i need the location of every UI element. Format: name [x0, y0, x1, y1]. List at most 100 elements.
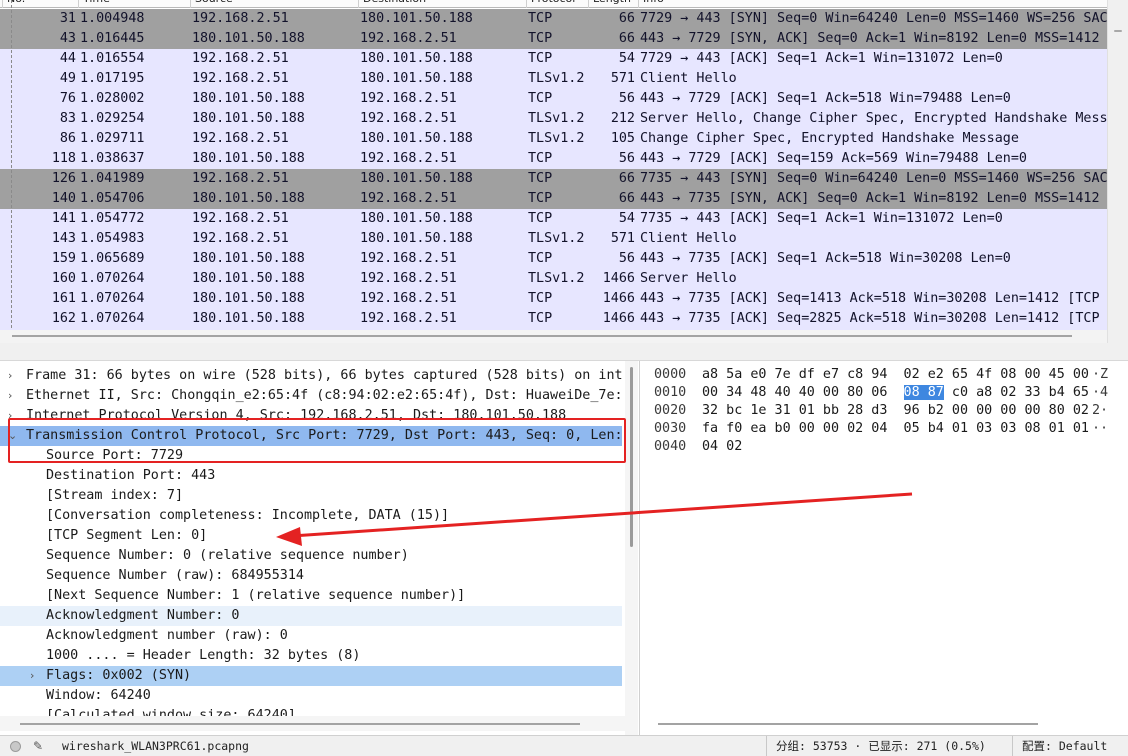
- packet-row[interactable]: 160 1.070264 180.101.50.188 192.168.2.51 TLS…: [0, 269, 1128, 289]
- detail-tree-item[interactable]: 1000 .... = Header Length: 32 bytes (8): [0, 646, 622, 666]
- detail-tree-item[interactable]: Sequence Number: 0 (relative sequence nu…: [0, 546, 622, 566]
- status-indicator-icon[interactable]: [10, 741, 21, 752]
- packet-list-vertical-scrollbar[interactable]: [1107, 0, 1128, 343]
- packet-source: 180.101.50.188: [192, 311, 305, 326]
- scrollbar-thumb[interactable]: [1114, 30, 1122, 32]
- packet-destination: 180.101.50.188: [360, 71, 473, 86]
- hex-offset: 0020: [654, 403, 687, 418]
- hex-bytes[interactable]: a8 5a e0 7e df e7 c8 94 02 e2 65 4f 08 0…: [702, 365, 1089, 385]
- packet-row[interactable]: 140 1.054706 180.101.50.188 192.168.2.51 TCP…: [0, 189, 1128, 209]
- detail-tree-item[interactable]: [Conversation completeness: Incomplete, …: [0, 506, 622, 526]
- chevron-down-icon[interactable]: ⌄: [8, 426, 17, 446]
- packet-row[interactable]: 44 1.016554 192.168.2.51 180.101.50.188 TCP 5…: [0, 49, 1128, 69]
- packet-length: 1466: [602, 271, 635, 286]
- packet-protocol: TCP: [528, 151, 553, 166]
- packet-list-horizontal-scrollbar[interactable]: [0, 330, 1107, 343]
- packet-row[interactable]: 49 1.017195 192.168.2.51 180.101.50.188 TLSv…: [0, 69, 1128, 89]
- chevron-right-icon[interactable]: ›: [8, 406, 12, 426]
- packet-destination: 192.168.2.51: [360, 91, 457, 106]
- hex-bytes[interactable]: 32 bc 1e 31 01 bb 28 d3 96 b2 00 00 00 0…: [702, 401, 1089, 421]
- detail-tree-item[interactable]: Sequence Number (raw): 684955314: [0, 566, 622, 586]
- ascii-dump: ·Z: [1092, 367, 1109, 382]
- column-header-no[interactable]: No.: [2, 0, 25, 8]
- bytes-horizontal-scrollbar[interactable]: [658, 719, 1118, 729]
- hex-bytes[interactable]: 00 34 48 40 40 00 80 06 08 87 c0 a8 02 3…: [702, 383, 1089, 403]
- packet-protocol: TCP: [528, 11, 553, 26]
- scrollbar-thumb[interactable]: [630, 367, 633, 547]
- packet-source: 180.101.50.188: [192, 291, 305, 306]
- column-header-source[interactable]: Source: [190, 0, 233, 8]
- packet-row[interactable]: 31 1.004948 192.168.2.51 180.101.50.188 TCP 6…: [0, 9, 1128, 29]
- column-header-length[interactable]: Length: [588, 0, 631, 8]
- packet-row[interactable]: 161 1.070264 180.101.50.188 192.168.2.51 TCP…: [0, 289, 1128, 309]
- pane-splitter[interactable]: [0, 343, 1128, 361]
- packet-length: 571: [610, 231, 635, 246]
- detail-tree-item[interactable]: [Next Sequence Number: 1 (relative seque…: [0, 586, 622, 606]
- packet-destination: 192.168.2.51: [360, 191, 457, 206]
- detail-tree-item[interactable]: › Internet Protocol Version 4, Src: 192.1…: [0, 406, 622, 426]
- column-header-protocol[interactable]: Protocol: [526, 0, 575, 8]
- chevron-right-icon[interactable]: ›: [8, 366, 12, 386]
- detail-tree-label: [Stream index: 7]: [46, 488, 184, 503]
- detail-tree-item[interactable]: Window: 64240: [0, 686, 622, 706]
- packet-time: 1.038637: [80, 151, 145, 166]
- hex-bytes[interactable]: fa f0 ea b0 00 00 02 04 05 b4 01 03 03 0…: [702, 419, 1089, 439]
- packet-bytes-pane[interactable]: 0000 a8 5a e0 7e df e7 c8 94 02 e2 65 4f …: [646, 361, 1128, 735]
- packet-info: 7735 → 443 [ACK] Seq=1 Ack=1 Win=131072 …: [640, 211, 1003, 226]
- chevron-right-icon[interactable]: ›: [8, 386, 12, 406]
- packet-row[interactable]: 143 1.054983 192.168.2.51 180.101.50.188 TLS…: [0, 229, 1128, 249]
- packet-length: 212: [610, 111, 635, 126]
- detail-tree-item[interactable]: [TCP Segment Len: 0]: [0, 526, 622, 546]
- packet-row[interactable]: 126 1.041989 192.168.2.51 180.101.50.188 TCP…: [0, 169, 1128, 189]
- column-header-time[interactable]: Time: [78, 0, 110, 8]
- status-separator: [766, 736, 767, 756]
- hex-byte-group: c0 a8 02 33 b4 65: [943, 385, 1089, 400]
- packet-row[interactable]: 43 1.016445 180.101.50.188 192.168.2.51 TCP 6…: [0, 29, 1128, 49]
- packet-source: 192.168.2.51: [192, 71, 289, 86]
- packet-row[interactable]: 159 1.065689 180.101.50.188 192.168.2.51 TCP…: [0, 249, 1128, 269]
- packet-time: 1.017195: [80, 71, 145, 86]
- hex-offset: 0030: [654, 421, 687, 436]
- column-header-destination[interactable]: Destination: [358, 0, 426, 8]
- profile-selector[interactable]: 配置: Default: [1022, 736, 1107, 756]
- packet-protocol: TLSv1.2: [528, 231, 585, 246]
- packet-source: 180.101.50.188: [192, 151, 305, 166]
- packet-time: 1.016554: [80, 51, 145, 66]
- packet-destination: 180.101.50.188: [360, 51, 473, 66]
- packet-time: 1.016445: [80, 31, 145, 46]
- scrollbar-thumb[interactable]: [12, 335, 1072, 337]
- detail-tree-item[interactable]: Acknowledgment number (raw): 0: [0, 626, 622, 646]
- detail-tree-item[interactable]: Source Port: 7729: [0, 446, 622, 466]
- scrollbar-thumb[interactable]: [658, 723, 1038, 725]
- hex-offset: 0040: [654, 439, 687, 454]
- chevron-right-icon[interactable]: ›: [30, 666, 34, 686]
- packet-row[interactable]: 86 1.029711 192.168.2.51 180.101.50.188 TLSv…: [0, 129, 1128, 149]
- hex-bytes[interactable]: 04 02: [702, 437, 742, 457]
- packet-row[interactable]: 162 1.070264 180.101.50.188 192.168.2.51 TCP…: [0, 309, 1128, 329]
- detail-tree-item[interactable]: › Flags: 0x002 (SYN): [0, 666, 622, 686]
- packet-row[interactable]: 83 1.029254 180.101.50.188 192.168.2.51 TLSv…: [0, 109, 1128, 129]
- packet-row[interactable]: 118 1.038637 180.101.50.188 192.168.2.51 TCP…: [0, 149, 1128, 169]
- detail-tree-item[interactable]: ⌄ Transmission Control Protocol, Src Port…: [0, 426, 622, 446]
- scrollbar-thumb[interactable]: [20, 723, 580, 725]
- details-horizontal-scrollbar[interactable]: [0, 716, 625, 731]
- packet-row[interactable]: 76 1.028002 180.101.50.188 192.168.2.51 TCP 5…: [0, 89, 1128, 109]
- details-vertical-scrollbar[interactable]: [625, 361, 638, 735]
- detail-tree-item[interactable]: › Ethernet II, Src: Chongqin_e2:65:4f (c8…: [0, 386, 622, 406]
- detail-tree-item[interactable]: Destination Port: 443: [0, 466, 622, 486]
- packet-source: 180.101.50.188: [192, 271, 305, 286]
- packet-details-pane[interactable]: › Frame 31: 66 bytes on wire (528 bits), …: [0, 361, 640, 735]
- packet-info: 443 → 7735 [ACK] Seq=1413 Ack=518 Win=30…: [640, 291, 1128, 306]
- detail-tree-item[interactable]: [Stream index: 7]: [0, 486, 622, 506]
- column-header-info[interactable]: Info: [638, 0, 664, 8]
- packet-protocol: TCP: [528, 311, 553, 326]
- packet-source: 180.101.50.188: [192, 31, 305, 46]
- packet-list-header[interactable]: No. Time Source Destination Protocol Len…: [0, 0, 1128, 8]
- pencil-icon[interactable]: ✎: [33, 736, 43, 756]
- packet-destination: 192.168.2.51: [360, 31, 457, 46]
- packet-row[interactable]: 141 1.054772 192.168.2.51 180.101.50.188 TCP…: [0, 209, 1128, 229]
- detail-tree-item[interactable]: Acknowledgment Number: 0: [0, 606, 622, 626]
- hex-dump-row: 0000 a8 5a e0 7e df e7 c8 94 02 e2 65 4f …: [646, 365, 1128, 385]
- packet-list-pane[interactable]: No. Time Source Destination Protocol Len…: [0, 0, 1128, 343]
- detail-tree-item[interactable]: › Frame 31: 66 bytes on wire (528 bits), …: [0, 366, 622, 386]
